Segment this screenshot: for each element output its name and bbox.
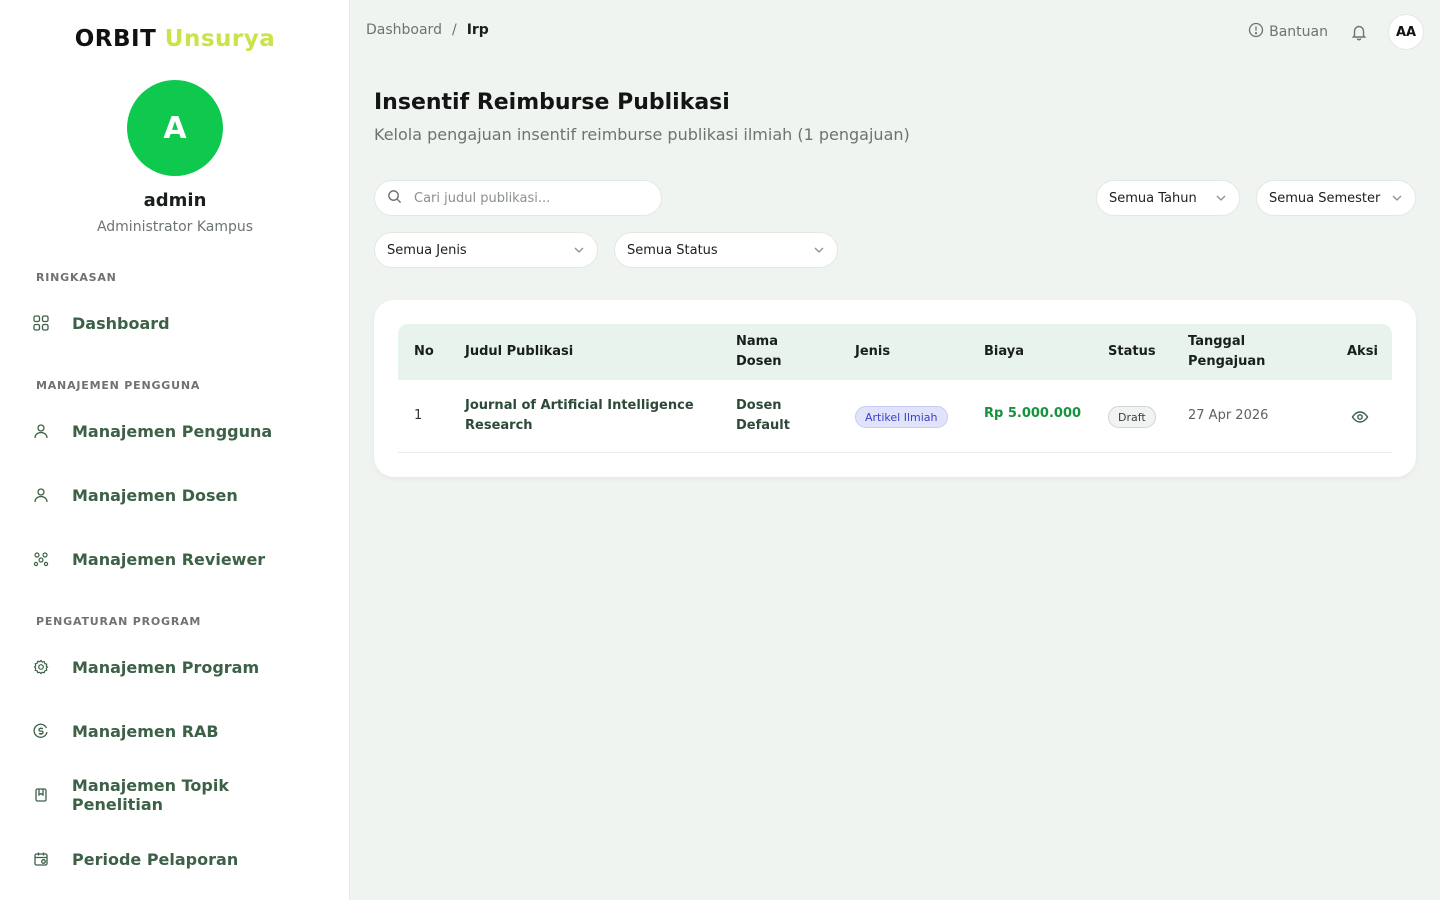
sidebar-item-label: Manajemen Dosen xyxy=(72,485,238,505)
user-name: admin xyxy=(143,190,207,211)
cell-judul: Journal of Artificial Intelligence Resea… xyxy=(465,396,694,436)
jenis-select[interactable]: Semua Jenis xyxy=(374,232,598,268)
user-icon xyxy=(32,486,50,504)
profile-avatar[interactable]: AA xyxy=(1388,14,1424,50)
tahun-select[interactable]: Semua Tahun xyxy=(1096,180,1240,216)
bookmark-icon xyxy=(32,786,50,804)
jenis-select-value: Semua Jenis xyxy=(387,242,467,258)
sidebar-item-manajemen-dosen[interactable]: Manajemen Dosen xyxy=(24,475,324,515)
grid-icon xyxy=(32,314,50,332)
bell-icon[interactable] xyxy=(1348,21,1370,43)
th-status: Status xyxy=(1108,344,1156,359)
sidebar-item-manajemen-program[interactable]: Manajemen Program xyxy=(24,647,324,687)
tahun-select-value: Semua Tahun xyxy=(1109,190,1197,206)
help-button[interactable]: Bantuan xyxy=(1248,22,1328,42)
th-biaya: Biaya xyxy=(984,344,1024,359)
search-box[interactable] xyxy=(374,180,662,216)
sidebar-item-label: Manajemen Topik Penelitian xyxy=(71,776,229,814)
breadcrumb-separator: / xyxy=(451,22,457,38)
sidebar-item-label: Manajemen Program xyxy=(72,657,260,677)
info-icon xyxy=(1248,22,1264,42)
eye-icon[interactable] xyxy=(1351,408,1369,426)
user-icon xyxy=(32,422,50,440)
th-tanggal: Tanggal Pengajuan xyxy=(1188,332,1265,372)
sidebar-item-label: Manajemen Pengguna xyxy=(72,421,273,441)
th-judul: Judul Publikasi xyxy=(465,344,574,359)
jenis-badge: Artikel Ilmiah xyxy=(855,406,948,428)
top-actions: Bantuan AA xyxy=(1248,14,1424,50)
page-title: Insentif Reimburse Publikasi xyxy=(374,90,730,115)
brand-logo[interactable]: ORBIT Unsurya xyxy=(0,26,350,52)
th-dosen: Nama Dosen xyxy=(736,332,782,372)
th-tanggal-line1: Tanggal xyxy=(1188,334,1246,349)
sidebar-item-label: Dashboard xyxy=(72,313,170,333)
breadcrumb-dashboard[interactable]: Dashboard xyxy=(366,22,442,38)
cell-dosen-line2: Default xyxy=(736,418,790,433)
sidebar-item-label: Manajemen Reviewer xyxy=(72,549,266,569)
th-aksi: Aksi xyxy=(1347,344,1378,359)
status-select-value: Semua Status xyxy=(627,242,718,258)
semester-select-value: Semua Semester xyxy=(1269,190,1381,206)
user-avatar: A xyxy=(127,80,223,176)
cell-dosen: Dosen Default xyxy=(736,396,790,436)
table-header: No Judul Publikasi Nama Dosen Jenis Biay… xyxy=(398,324,1392,380)
sidebar-item-manajemen-reviewer[interactable]: Manajemen Reviewer xyxy=(24,539,324,579)
chevron-down-icon xyxy=(1216,195,1226,201)
sidebar-item-dashboard[interactable]: Dashboard xyxy=(24,303,324,343)
search-input[interactable] xyxy=(414,190,634,206)
users-group-icon xyxy=(32,550,50,568)
table-row[interactable]: 1 Journal of Artificial Intelligence Res… xyxy=(398,380,1392,453)
sidebar-item-manajemen-rab[interactable]: Manajemen RAB xyxy=(24,711,324,751)
brand-unsurya: Unsurya xyxy=(164,26,276,52)
sidebar-item-label: Manajemen RAB xyxy=(72,721,219,741)
th-dosen-line2: Dosen xyxy=(736,354,782,369)
breadcrumb-current: Irp xyxy=(466,22,489,38)
chevron-down-icon xyxy=(1392,195,1402,201)
calendar-icon xyxy=(32,850,50,868)
gear-icon xyxy=(32,658,50,676)
status-badge: Draft xyxy=(1108,406,1156,428)
section-pengaturan-program: PENGATURAN PROGRAM xyxy=(36,615,202,628)
chevron-down-icon xyxy=(574,247,584,253)
help-label: Bantuan xyxy=(1269,24,1328,40)
status-select[interactable]: Semua Status xyxy=(614,232,838,268)
sidebar-item-manajemen-pengguna[interactable]: Manajemen Pengguna xyxy=(24,411,324,451)
brand-orbit: ORBIT xyxy=(74,26,157,52)
user-role: Administrator Kampus xyxy=(96,219,254,235)
cell-judul-line2: Research xyxy=(465,418,533,433)
page-subtitle: Kelola pengajuan insentif reimburse publ… xyxy=(374,125,910,144)
cell-biaya: Rp 5.000.000 xyxy=(984,406,1082,421)
sidebar-item-periode-pelaporan[interactable]: Periode Pelaporan xyxy=(24,839,324,879)
search-icon xyxy=(387,189,402,208)
chevron-down-icon xyxy=(814,247,824,253)
cell-tanggal: 27 Apr 2026 xyxy=(1188,408,1269,423)
cell-dosen-line1: Dosen xyxy=(736,398,782,413)
sidebar: ORBIT Unsurya A admin Administrator Kamp… xyxy=(0,0,350,900)
breadcrumb: Dashboard / Irp xyxy=(366,22,489,38)
cell-no: 1 xyxy=(414,408,423,423)
th-no: No xyxy=(414,344,434,359)
publication-table-card: No Judul Publikasi Nama Dosen Jenis Biay… xyxy=(374,300,1416,477)
cell-judul-line1: Journal of Artificial Intelligence xyxy=(465,398,694,413)
sidebar-item-label: Periode Pelaporan xyxy=(72,849,239,869)
th-tanggal-line2: Pengajuan xyxy=(1188,354,1266,369)
coin-icon xyxy=(32,722,50,740)
th-dosen-line1: Nama xyxy=(736,334,778,349)
th-jenis: Jenis xyxy=(855,344,891,359)
section-ringkasan: RINGKASAN xyxy=(36,271,117,284)
sidebar-item-manajemen-topik-penelitian[interactable]: Manajemen Topik Penelitian xyxy=(24,775,324,815)
section-manajemen-pengguna: MANAJEMEN PENGGUNA xyxy=(36,379,201,392)
semester-select[interactable]: Semua Semester xyxy=(1256,180,1416,216)
